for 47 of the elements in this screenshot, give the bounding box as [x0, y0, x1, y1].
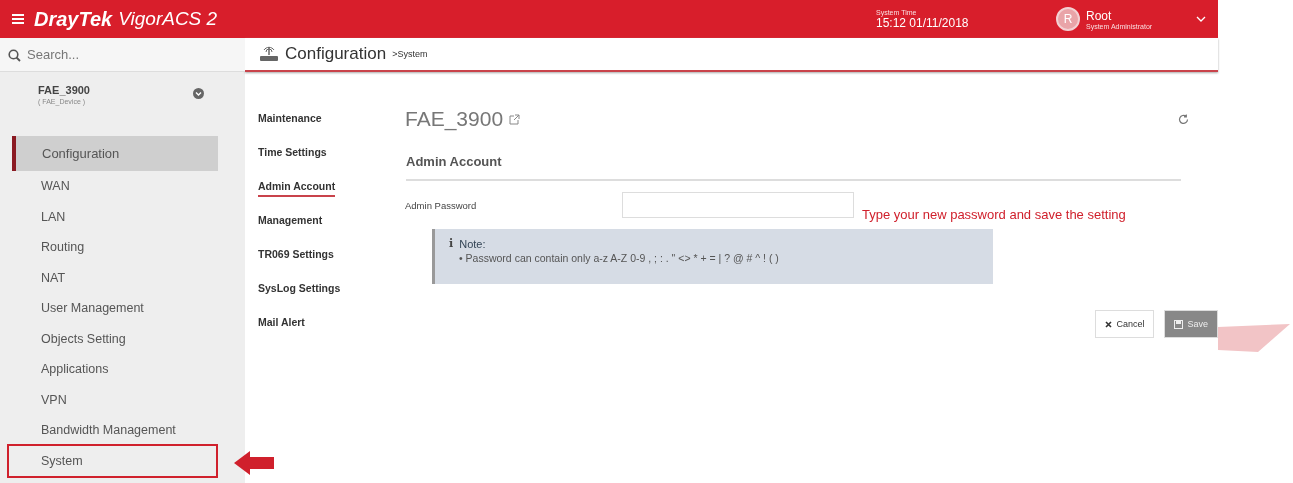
product-name: VigorACS 2: [118, 8, 218, 30]
user-name: Root: [1086, 8, 1113, 23]
menu-item[interactable]: WAN: [9, 171, 216, 202]
menu-item[interactable]: Routing: [9, 232, 216, 263]
pointer-shape: [1218, 324, 1290, 352]
menu-item[interactable]: Bandwidth Management: [9, 415, 216, 446]
settings-tab[interactable]: SysLog Settings: [258, 279, 341, 299]
menu-icon[interactable]: [12, 14, 24, 24]
cancel-button[interactable]: Cancel: [1095, 310, 1155, 338]
breadcrumb: >System: [392, 49, 428, 59]
menu-item[interactable]: Objects Setting: [9, 323, 216, 354]
menu-item[interactable]: System: [9, 445, 216, 476]
note-text: • Password can contain only a-z A-Z 0-9 , ; : . " <> * + = | ? @ # ^ ! ( ): [459, 252, 780, 264]
annotation-text: Type your new password and save the setting: [862, 206, 1126, 222]
system-time: 15:12 01/11/2018: [876, 15, 970, 30]
settings-tab[interactable]: TR069 Settings: [258, 245, 334, 265]
floppy-icon: [1174, 319, 1184, 329]
section-heading: Admin Account: [406, 154, 1181, 181]
menu-heading[interactable]: Configuration: [12, 136, 218, 171]
refresh-icon[interactable]: [1178, 113, 1189, 125]
password-field[interactable]: [622, 192, 854, 218]
info-icon: i: [449, 237, 454, 250]
chevron-down-icon[interactable]: [1196, 16, 1206, 22]
device-title: FAE_3900: [405, 107, 504, 131]
menu-item[interactable]: VPN: [9, 384, 216, 415]
close-icon: [1105, 320, 1113, 328]
menu-item[interactable]: NAT: [9, 262, 216, 293]
external-link-icon[interactable]: [509, 113, 521, 125]
settings-tab[interactable]: Admin Account: [258, 177, 336, 197]
user-avatar: R: [1056, 7, 1080, 31]
note-title: Note:: [459, 237, 486, 250]
settings-tab[interactable]: Time Settings: [258, 143, 327, 163]
settings-tab[interactable]: Mail Alert: [258, 313, 305, 333]
menu-item[interactable]: LAN: [9, 201, 216, 232]
chevron-down-icon[interactable]: [193, 88, 204, 99]
page-title: Configuration: [285, 44, 387, 64]
search-icon: [8, 49, 21, 62]
arrow-icon: [234, 451, 276, 475]
search-field[interactable]: Search...: [0, 38, 245, 72]
menu-item[interactable]: User Management: [9, 293, 216, 324]
brand-name: DrayTek: [34, 7, 113, 31]
router-icon: [259, 46, 279, 62]
settings-tab[interactable]: Maintenance: [258, 109, 322, 129]
device-name: FAE_3900: [38, 84, 91, 96]
settings-tab[interactable]: Management: [258, 211, 323, 231]
field-label: Admin Password: [405, 199, 478, 211]
menu-item[interactable]: Applications: [9, 354, 216, 385]
